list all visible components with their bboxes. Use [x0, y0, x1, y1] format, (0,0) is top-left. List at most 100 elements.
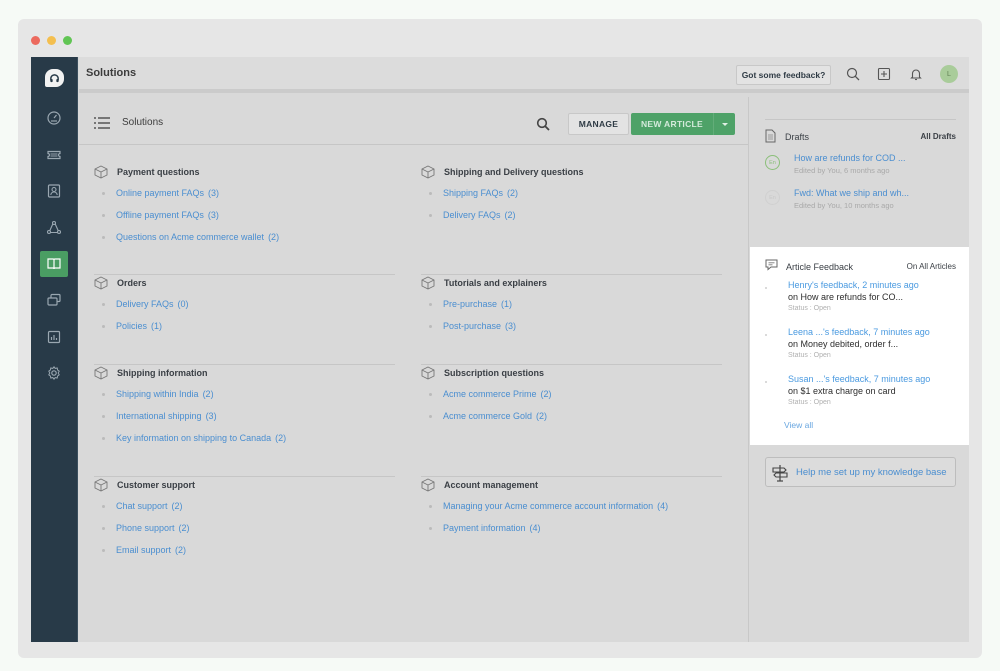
category-title[interactable]: Tutorials and explainers [444, 278, 547, 288]
category-title[interactable]: Shipping and Delivery questions [444, 167, 584, 177]
category-title[interactable]: Payment questions [117, 167, 200, 177]
folder-link[interactable]: Policies (1) [94, 321, 396, 343]
category-header[interactable]: Orders [94, 276, 396, 290]
gear-icon [48, 365, 60, 381]
folder-link[interactable]: Managing your Acme commerce account info… [421, 501, 723, 523]
folder-link[interactable]: Email support (2) [94, 545, 396, 567]
plus-box-icon[interactable] [876, 66, 892, 82]
folder-name[interactable]: Delivery FAQs [443, 210, 501, 220]
article-count: (1) [501, 299, 513, 309]
category-title[interactable]: Orders [117, 278, 147, 288]
category-header[interactable]: Payment questions [94, 165, 396, 179]
list-menu-icon[interactable] [94, 117, 110, 129]
article-count: (2) [507, 188, 519, 198]
user-avatar[interactable]: L [940, 65, 958, 83]
folder-link[interactable]: Delivery FAQs (2) [421, 210, 723, 232]
close-window-button[interactable] [31, 36, 40, 45]
sidebar-item-admin[interactable] [40, 360, 68, 386]
category-title[interactable]: Subscription questions [444, 368, 544, 378]
category-header[interactable]: Customer support [94, 478, 396, 492]
feedback-button[interactable]: Got some feedback? [736, 65, 831, 85]
category-title[interactable]: Customer support [117, 480, 195, 490]
folder-link[interactable]: Questions on Acme commerce wallet (2) [94, 232, 396, 254]
new-article-dropdown[interactable] [713, 113, 735, 135]
manage-button[interactable]: MANAGE [568, 113, 629, 135]
category-cube-icon [421, 478, 435, 492]
feedback-item[interactable]: Leena ...'s feedback, 7 minutes ago on M… [765, 327, 960, 367]
feedback-author[interactable]: Leena ...'s feedback, 7 minutes ago [788, 327, 930, 337]
book-icon [47, 258, 61, 270]
folder-link[interactable]: Post-purchase (3) [421, 321, 723, 343]
category-title[interactable]: Shipping information [117, 368, 208, 378]
folder-name[interactable]: Shipping FAQs [443, 188, 503, 198]
folder-link[interactable]: Offline payment FAQs (3) [94, 210, 396, 232]
folder-link[interactable]: Payment information (4) [421, 523, 723, 545]
folder-link[interactable]: Chat support (2) [94, 501, 396, 523]
draft-title[interactable]: How are refunds for COD ... [794, 153, 906, 163]
draft-item[interactable]: En Fwd: What we ship and wh... Edited by… [765, 188, 960, 218]
folder-link[interactable]: Phone support (2) [94, 523, 396, 545]
feedback-item[interactable]: Susan ...'s feedback, 7 minutes ago on $… [765, 374, 960, 414]
category-header[interactable]: Tutorials and explainers [421, 276, 723, 290]
bell-icon[interactable] [908, 66, 924, 82]
draft-item[interactable]: En How are refunds for COD ... Edited by… [765, 153, 960, 183]
folder-name[interactable]: Payment information [443, 523, 526, 533]
folder-link[interactable]: Acme commerce Prime (2) [421, 389, 723, 411]
minimize-window-button[interactable] [47, 36, 56, 45]
category-title[interactable]: Account management [444, 480, 538, 490]
feedback-author[interactable]: Henry's feedback, 2 minutes ago [788, 280, 919, 290]
draft-title[interactable]: Fwd: What we ship and wh... [794, 188, 909, 198]
folder-name[interactable]: International shipping [116, 411, 202, 421]
divider [94, 274, 395, 275]
folder-name[interactable]: Acme commerce Gold [443, 411, 532, 421]
folder-name[interactable]: Questions on Acme commerce wallet [116, 232, 264, 242]
category-header[interactable]: Subscription questions [421, 366, 723, 380]
folder-name[interactable]: Pre-purchase [443, 299, 497, 309]
folder-name[interactable]: Post-purchase [443, 321, 501, 331]
folder-link[interactable]: Shipping FAQs (2) [421, 188, 723, 210]
sidebar-item-tickets[interactable] [40, 142, 68, 168]
category-card: Tutorials and explainers Pre-purchase (1) P… [421, 276, 723, 343]
folder-name[interactable]: Acme commerce Prime [443, 389, 537, 399]
knowledge-base-setup-button[interactable]: Help me set up my knowledge base [765, 457, 956, 487]
article-count: (2) [202, 389, 214, 399]
sidebar-item-forums[interactable] [40, 287, 68, 313]
feedback-filter[interactable]: On All Articles [907, 262, 956, 271]
search-icon[interactable] [845, 66, 861, 82]
folder-link[interactable]: Delivery FAQs (0) [94, 299, 396, 321]
folder-name[interactable]: Phone support [116, 523, 175, 533]
folder-name[interactable]: Email support [116, 545, 171, 555]
folder-link[interactable]: Acme commerce Gold (2) [421, 411, 723, 433]
category-header[interactable]: Shipping information [94, 366, 396, 380]
view-all-feedback-link[interactable]: View all [784, 420, 813, 430]
zoom-window-button[interactable] [63, 36, 72, 45]
folder-name[interactable]: Offline payment FAQs [116, 210, 204, 220]
folder-link[interactable]: Online payment FAQs (3) [94, 188, 396, 210]
headset-icon[interactable] [45, 69, 64, 87]
category-cube-icon [421, 366, 435, 380]
folder-name[interactable]: Delivery FAQs [116, 299, 174, 309]
sidebar-item-social[interactable] [40, 215, 68, 241]
folder-name[interactable]: Shipping within India [116, 389, 199, 399]
folder-link[interactable]: Pre-purchase (1) [421, 299, 723, 321]
window-controls [31, 36, 72, 45]
category-header[interactable]: Shipping and Delivery questions [421, 165, 723, 179]
new-article-button[interactable]: NEW ARTICLE [631, 113, 713, 135]
folder-name[interactable]: Key information on shipping to Canada [116, 433, 271, 443]
folder-name[interactable]: Online payment FAQs [116, 188, 204, 198]
all-drafts-link[interactable]: All Drafts [920, 132, 956, 141]
search-icon[interactable] [536, 117, 550, 131]
sidebar-item-contacts[interactable] [40, 178, 68, 204]
folder-link[interactable]: Shipping within India (2) [94, 389, 396, 411]
folder-link[interactable]: Key information on shipping to Canada (2) [94, 433, 396, 455]
sidebar-item-reports[interactable] [40, 324, 68, 350]
sidebar-item-dashboard[interactable] [40, 105, 68, 131]
folder-link[interactable]: International shipping (3) [94, 411, 396, 433]
folder-name[interactable]: Managing your Acme commerce account info… [443, 501, 653, 511]
folder-name[interactable]: Policies [116, 321, 147, 331]
feedback-author[interactable]: Susan ...'s feedback, 7 minutes ago [788, 374, 930, 384]
sidebar-item-solutions[interactable] [40, 251, 68, 277]
folder-name[interactable]: Chat support [116, 501, 168, 511]
feedback-item[interactable]: Henry's feedback, 2 minutes ago on How a… [765, 280, 960, 320]
category-header[interactable]: Account management [421, 478, 723, 492]
